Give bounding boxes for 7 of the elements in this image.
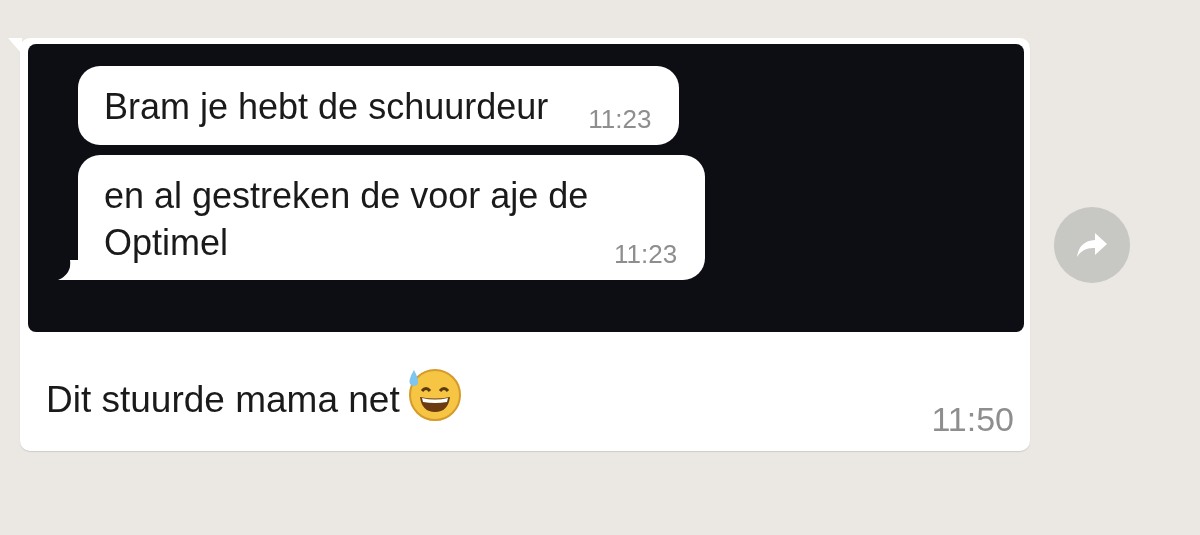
message-text: Bram je hebt de schuurdeur — [104, 85, 549, 129]
caption-text: Dit stuurde mama net — [46, 378, 400, 421]
message-time: 11:50 — [931, 400, 1014, 439]
forward-icon — [1075, 230, 1109, 259]
message-time: 11:23 — [614, 239, 678, 271]
message-text: en al gestreken de voor aje de Optimel — [104, 173, 590, 265]
message-time: 11:23 — [588, 103, 652, 135]
